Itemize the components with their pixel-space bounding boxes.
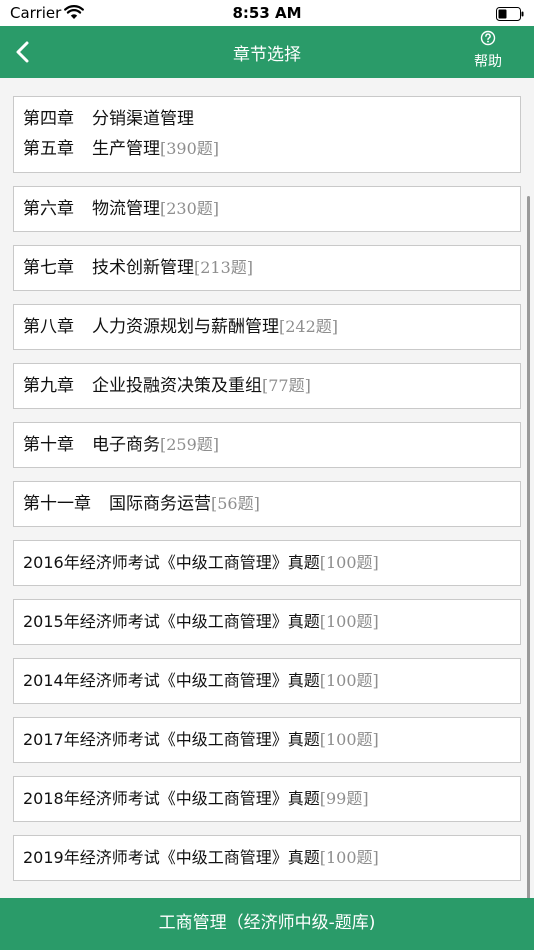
question-count: [100题] [319,848,379,867]
list-item[interactable]: 第十一章 国际商务运营[56题] [13,481,521,527]
question-count: [390题] [160,139,220,158]
exam-name: 2017年经济师考试《中级工商管理》真题 [23,730,320,749]
help-label: 帮助 [474,54,502,70]
exam-name: 2014年经济师考试《中级工商管理》真题 [23,671,320,690]
chapter-name: 生产管理 [92,139,160,159]
status-bar: Carrier 8:53 AM [0,0,534,26]
question-count: [99题] [319,789,369,808]
chapter-name: 物流管理 [92,199,160,219]
list-item[interactable]: 2019年经济师考试《中级工商管理》真题[100题] [13,835,521,881]
question-count: [230题] [160,199,220,218]
chapter-name: 国际商务运营 [109,494,211,514]
battery-icon [496,6,524,25]
chapter-number: 第九章 [23,376,74,396]
chapter-number: 第十一章 [23,494,91,514]
chevron-left-icon [16,41,29,63]
question-count: [100题] [319,553,379,572]
list-item[interactable]: 2015年经济师考试《中级工商管理》真题[100题] [13,599,521,645]
back-button[interactable] [10,38,38,66]
chapter-number: 第八章 [23,317,74,337]
question-count: [213题] [194,258,254,277]
list-item-line: 第四章 分销渠道管理 [23,104,511,134]
footer-bar[interactable]: 工商管理（经济师中级-题库) [0,898,534,950]
chapter-number: 第五章 [23,139,74,159]
list-item-line: 第五章 生产管理[390题] [23,134,511,164]
question-count: [259题] [160,435,220,454]
page-title: 章节选择 [233,45,301,65]
list-item[interactable]: 2016年经济师考试《中级工商管理》真题[100题] [13,540,521,586]
list-item[interactable]: 第十章 电子商务[259题] [13,422,521,468]
exam-name: 2015年经济师考试《中级工商管理》真题 [23,612,320,631]
list-item[interactable]: 2014年经济师考试《中级工商管理》真题[100题] [13,658,521,704]
question-count: [77题] [262,376,311,395]
exam-name: 2016年经济师考试《中级工商管理》真题 [23,553,320,572]
question-count: [100题] [319,730,379,749]
list-item[interactable]: 第八章 人力资源规划与薪酬管理[242题] [13,304,521,350]
question-count: [242题] [279,317,339,336]
footer-label: 工商管理（经济师中级-题库) [158,913,376,933]
chapter-number: 第六章 [23,199,74,219]
chapter-name: 企业投融资决策及重组 [92,376,262,396]
chapter-name: 技术创新管理 [92,258,194,278]
chapter-list: 第四章 分销渠道管理 第五章 生产管理[390题] 第六章 物流管理[230题] 第七… [13,96,521,894]
nav-bar: 章节选择 帮助 [0,26,534,78]
chapter-name: 分销渠道管理 [92,109,194,129]
chapter-number: 第七章 [23,258,74,278]
question-count: [56题] [211,494,260,513]
list-item[interactable]: 第九章 企业投融资决策及重组[77题] [13,363,521,409]
question-count: [100题] [319,671,379,690]
chapter-name: 人力资源规划与薪酬管理 [92,317,279,337]
list-item[interactable]: 第四章 分销渠道管理 第五章 生产管理[390题] [13,96,521,173]
list-item[interactable]: 第七章 技术创新管理[213题] [13,245,521,291]
exam-name: 2019年经济师考试《中级工商管理》真题 [23,848,320,867]
chapter-list-area[interactable]: 第四章 分销渠道管理 第五章 生产管理[390题] 第六章 物流管理[230题] 第七… [0,78,534,898]
chapter-number: 第十章 [23,435,74,455]
question-circle-icon [480,30,496,46]
chapter-name: 电子商务 [92,435,160,455]
vertical-scrollbar[interactable] [527,196,530,898]
list-item[interactable]: 2017年经济师考试《中级工商管理》真题[100题] [13,717,521,763]
chapter-number: 第四章 [23,109,74,129]
question-count: [100题] [319,612,379,631]
exam-name: 2018年经济师考试《中级工商管理》真题 [23,789,320,808]
list-item[interactable]: 第六章 物流管理[230题] [13,186,521,232]
clock-time: 8:53 AM [232,4,302,22]
list-item[interactable]: 2018年经济师考试《中级工商管理》真题[99题] [13,776,521,822]
help-button[interactable]: 帮助 [458,30,518,71]
